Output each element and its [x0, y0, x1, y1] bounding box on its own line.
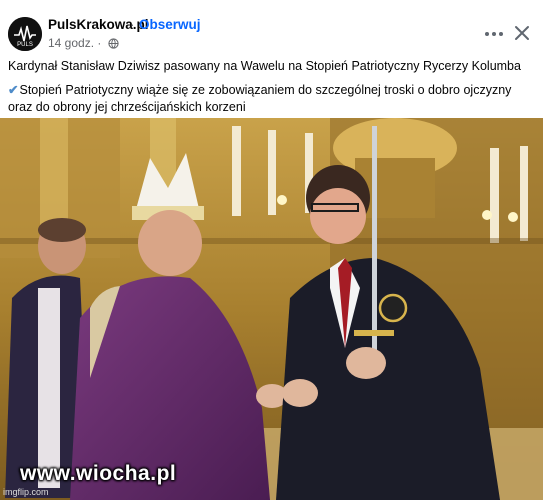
page-avatar[interactable]: PULS [8, 17, 42, 51]
follow-button[interactable]: Obserwuj [139, 17, 201, 32]
post-body: Kardynał Stanisław Dziwisz pasowany na W… [8, 58, 538, 123]
header-separator: · [130, 17, 135, 32]
post-time[interactable]: 14 godz. [48, 36, 94, 50]
more-icon [485, 32, 503, 36]
pulskrakowa-logo: PULS [8, 17, 42, 51]
more-options-button[interactable] [484, 27, 504, 39]
post-text-line-2-text: Stopień Patriotyczny wiąże się ze zobowi… [8, 83, 512, 114]
globe-icon [108, 38, 119, 52]
post-meta: 14 godz. · [48, 36, 119, 52]
post-text-line-1: Kardynał Stanisław Dziwisz pasowany na W… [8, 59, 521, 73]
close-button[interactable] [513, 24, 531, 42]
photo-scene [0, 118, 543, 500]
svg-text:PULS: PULS [17, 42, 33, 48]
imgflip-credit: imgflip.com [3, 487, 49, 497]
watermark-text: www.wiocha.pl [20, 462, 177, 485]
meta-separator: · [97, 36, 102, 50]
close-icon [515, 26, 529, 40]
post-text-line-2: ✔Stopień Patriotyczny wiąże się ze zobow… [8, 82, 538, 116]
check-mark-icon: ✔ [8, 83, 19, 97]
post-photo[interactable]: www.wiocha.pl imgflip.com [0, 118, 543, 500]
post-header: PULS PulsKrakowa.pl · Obserwuj 14 godz. … [0, 0, 543, 54]
